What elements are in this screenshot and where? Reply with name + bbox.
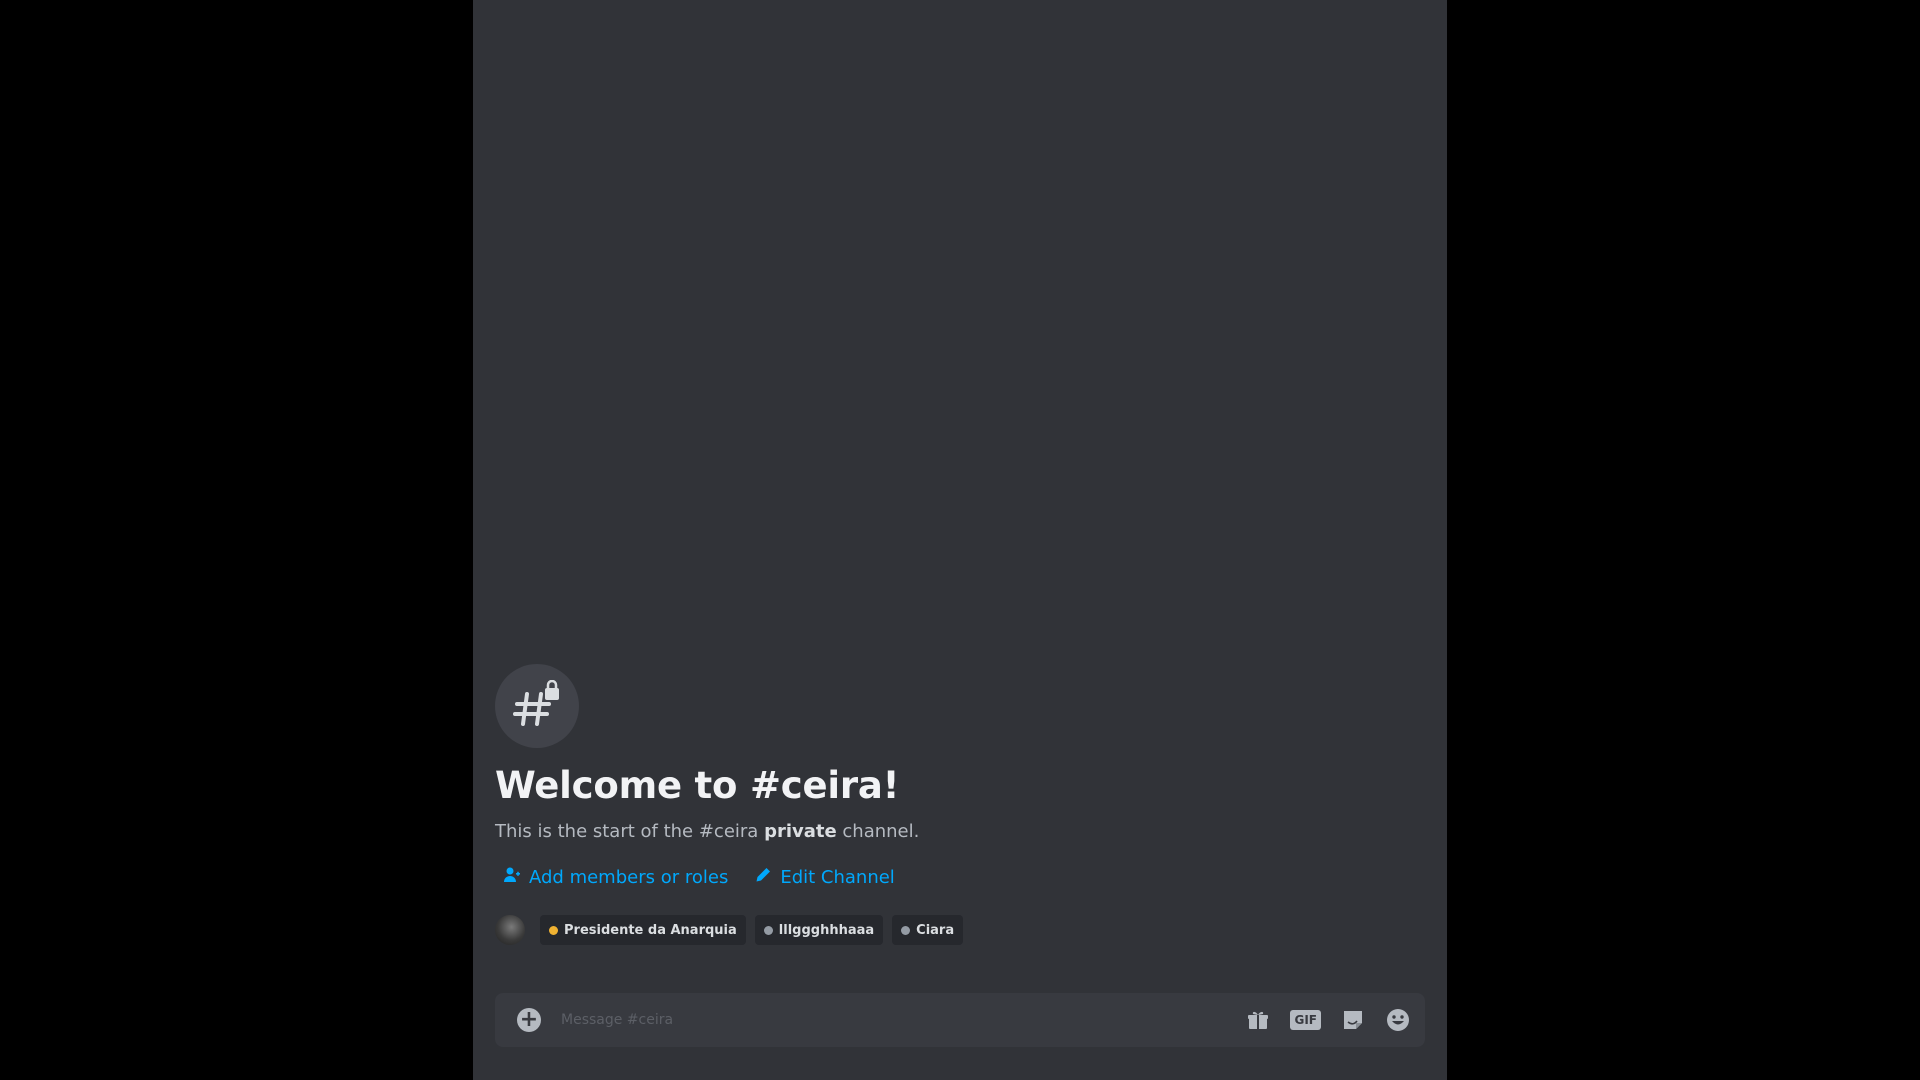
add-members-button[interactable]: Add members or roles	[503, 866, 728, 889]
channel-actions: Add members or roles Edit Channel	[495, 866, 1425, 889]
gift-icon[interactable]	[1246, 1008, 1270, 1032]
hashtag-lock-icon	[495, 664, 579, 748]
member-role-dot	[763, 925, 773, 935]
member-name: lllggghhhaaa	[778, 922, 875, 938]
member-role-dot	[901, 925, 911, 935]
plus-circle-icon[interactable]: +	[517, 1008, 541, 1032]
welcome-description: This is the start of the #ceira private …	[495, 820, 1425, 844]
channel-welcome: Welcome to #ceira! This is the start of …	[495, 664, 1425, 945]
channel-view: Welcome to #ceira! This is the start of …	[473, 0, 1447, 1080]
edit-channel-button[interactable]: Edit Channel	[754, 866, 895, 889]
composer-actions: GIF	[1246, 1007, 1411, 1033]
message-composer: + GIF	[495, 993, 1425, 1047]
add-members-label: Add members or roles	[529, 867, 729, 888]
member-role-dot	[549, 925, 558, 935]
member-chip[interactable]: Presidente da Anarquia	[540, 915, 746, 945]
welcome-title: Welcome to #ceira!	[495, 764, 900, 807]
message-input[interactable]	[559, 1011, 1247, 1029]
intro-private: private	[764, 821, 837, 842]
intro-prefix: This is the start of the #ceira	[495, 821, 765, 842]
edit-channel-label: Edit Channel	[780, 867, 895, 888]
member-chip[interactable]: lllggghhhaaa	[754, 915, 884, 945]
member-name: Ciara	[916, 922, 955, 938]
emoji-icon[interactable]	[1385, 1007, 1411, 1033]
gif-icon[interactable]: GIF	[1290, 1010, 1321, 1030]
pencil-icon	[754, 866, 772, 889]
member-name: Presidente da Anarquia	[564, 922, 737, 938]
channel-members: Presidente da Anarquia lllggghhhaaa Ciar…	[495, 915, 1425, 945]
gif-label: GIF	[1290, 1010, 1321, 1030]
add-user-icon	[503, 866, 521, 889]
sticker-icon[interactable]	[1341, 1008, 1365, 1032]
member-chip[interactable]: Ciara	[892, 915, 964, 945]
intro-suffix: channel.	[836, 821, 920, 842]
avatar[interactable]	[495, 915, 525, 945]
